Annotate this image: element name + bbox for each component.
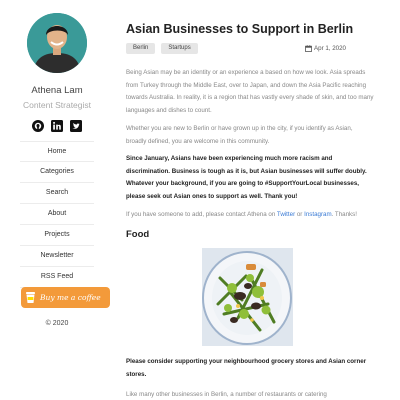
food-photo xyxy=(202,248,293,346)
twitter-link[interactable]: Twitter xyxy=(277,211,295,218)
twitter-icon[interactable] xyxy=(70,120,82,132)
nav-item-search[interactable]: Search xyxy=(20,183,94,204)
nav-item-home[interactable]: Home xyxy=(20,141,94,162)
sidebar-nav: Home Categories Search About Projects Ne… xyxy=(20,141,94,288)
nav-item-rss-feed[interactable]: RSS Feed xyxy=(20,267,94,288)
tag-berlin[interactable]: Berlin xyxy=(126,43,156,54)
article: Asian Businesses to Support in Berlin Be… xyxy=(126,0,394,400)
contact-text-after: . Thanks! xyxy=(331,211,357,218)
post-title: Asian Businesses to Support in Berlin xyxy=(126,22,354,36)
buy-me-a-coffee-button[interactable]: Buy me a coffee xyxy=(21,287,110,308)
nav-item-categories[interactable]: Categories xyxy=(20,162,94,183)
post-date: Apr 1, 2020 xyxy=(305,45,346,52)
copyright: © 2020 xyxy=(45,320,69,327)
nav-item-projects[interactable]: Projects xyxy=(20,225,94,246)
calendar-icon xyxy=(305,45,312,52)
avatar[interactable] xyxy=(27,13,87,73)
linkedin-icon[interactable] xyxy=(51,120,63,132)
nav-item-about[interactable]: About xyxy=(20,204,94,225)
paragraph-welcome: Whether you are new to Berlin or have gr… xyxy=(126,125,353,145)
author-role: Content Strategist xyxy=(22,100,92,110)
paragraph-intro: Being Asian may be an identity or an exp… xyxy=(126,69,374,114)
paragraph-contact: If you have someone to add, please conta… xyxy=(126,209,374,222)
tag-startups[interactable]: Startups xyxy=(161,43,198,54)
contact-text-before: If you have someone to add, please conta… xyxy=(126,211,277,218)
post-tags: Berlin Startups xyxy=(126,43,198,54)
paragraph-discrimination: Since January, Asians have been experien… xyxy=(126,155,367,200)
post-date-text: Apr 1, 2020 xyxy=(314,45,346,52)
sidebar: Athena Lam Content Strategist Home Categ… xyxy=(0,0,126,400)
instagram-link[interactable]: Instagram xyxy=(304,211,332,218)
github-icon[interactable] xyxy=(32,120,44,132)
avatar-photo xyxy=(27,13,87,73)
author-name: Athena Lam xyxy=(31,85,83,96)
coffee-cup-icon xyxy=(26,292,35,303)
food-dish-image xyxy=(202,248,293,346)
paragraph-support-grocery: Please consider supporting your neighbou… xyxy=(126,358,367,378)
social-links xyxy=(32,120,82,132)
contact-text-mid: or xyxy=(295,211,305,218)
coffee-button-label: Buy me a coffee xyxy=(40,293,101,302)
paragraph-restaurants: Like many other businesses in Berlin, a … xyxy=(126,391,327,398)
section-heading-food: Food xyxy=(126,229,150,240)
nav-item-newsletter[interactable]: Newsletter xyxy=(20,246,94,267)
